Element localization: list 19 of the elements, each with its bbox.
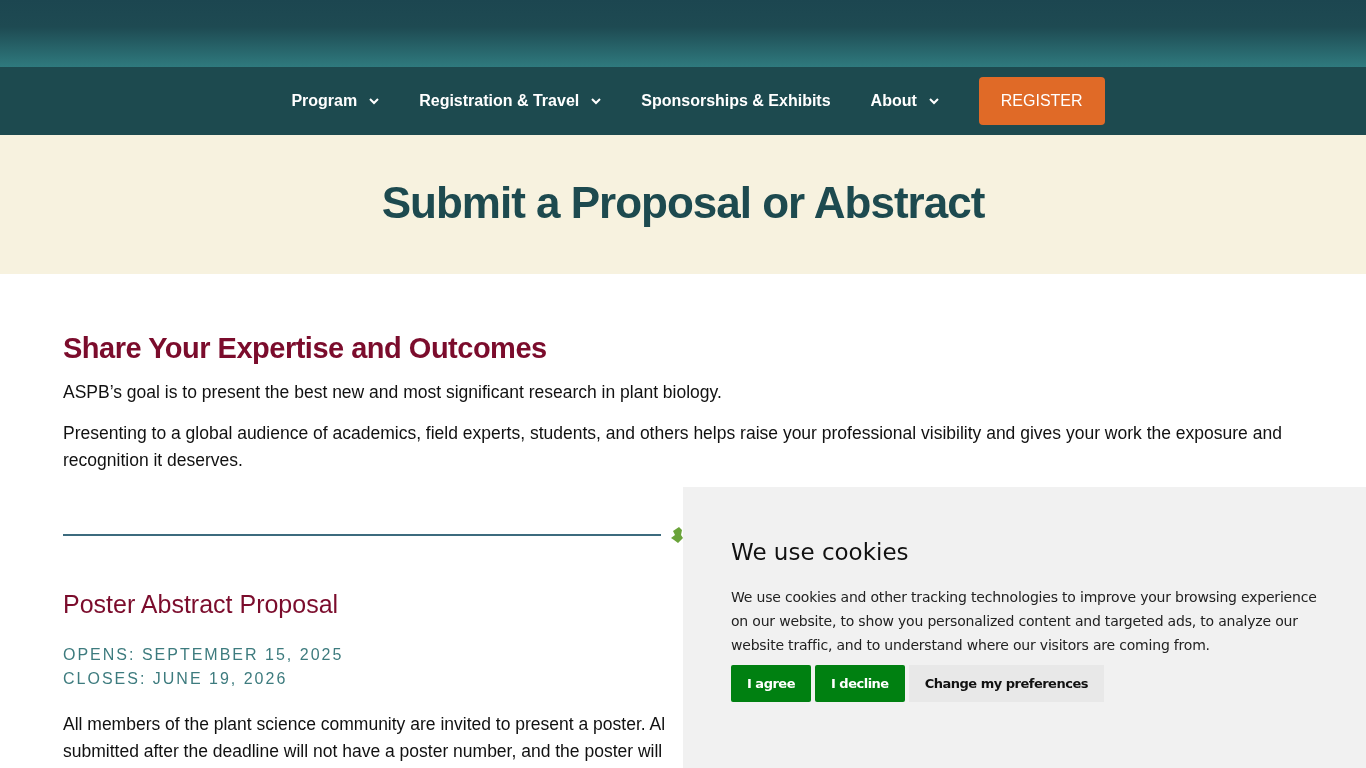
cookie-title: We use cookies [731,539,910,565]
consent-button[interactable]: I agree [731,665,811,702]
consent-button[interactable]: I decline [815,665,905,702]
paragraph: ASPB’s goal is to present the best new and most significant research in plant biology. [63,381,723,404]
nav-link[interactable]: Sponsorships & Exhibits [641,92,831,110]
leaf-icon [671,526,683,544]
section-heading: Poster Abstract Proposal [63,590,339,619]
page-title: Submit a Proposal or Abstract [381,177,985,229]
nav-link[interactable]: Program [291,92,380,110]
body-text: submitted after the deadline will not have a poster number, and the poster will [63,740,664,763]
date-label: OPENS: SEPTEMBER 15, 2025 [63,645,344,665]
cookie-text: We use cookies and other tracking technologies to improve your browsing experience on our website, to show you personalized content and targeted ads, to analyze our website traffic, and to understand where our visitors are coming from. [731,588,1318,655]
body-text: All members of the plant science community are invited to present a poster. Al [63,713,667,736]
preferences-button[interactable]: Change my preferences [908,665,1104,702]
nav-link[interactable]: About [870,92,939,110]
paragraph: Presenting to a global audience of academics, field experts, students, and others helps raise your professional visibility and gives your work the exposure and recognition it deserves. [63,422,1283,472]
section-heading: Share Your Expertise and Outcomes [63,332,548,365]
date-label: CLOSES: JUNE 19, 2026 [63,669,288,689]
nav-link[interactable]: Registration & Travel [419,92,602,110]
